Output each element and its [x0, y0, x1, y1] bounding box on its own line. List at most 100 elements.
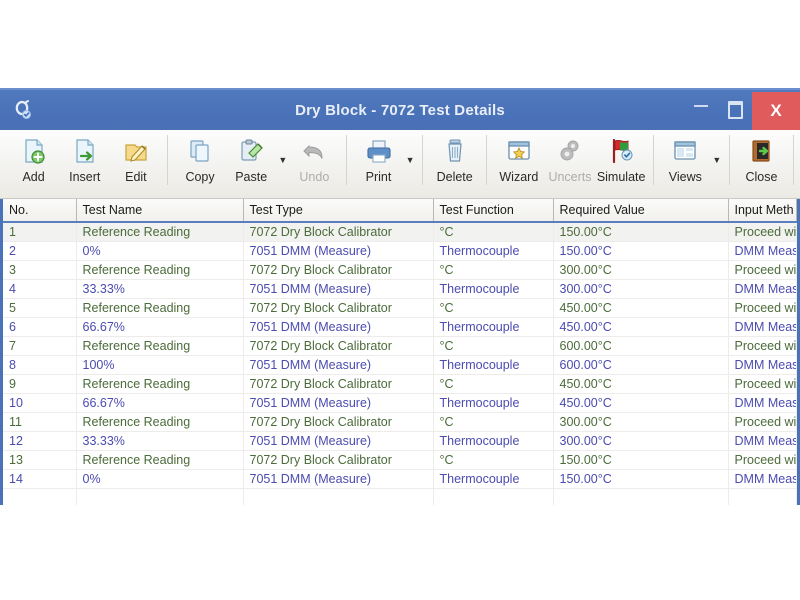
cell-no: 8: [3, 355, 77, 375]
cell-test-type: 7051 DMM (Measure): [243, 241, 434, 261]
views-dropdown-caret-icon[interactable]: ▼: [711, 130, 723, 165]
cell-empty: [728, 488, 797, 505]
toolbar-separator: [486, 135, 488, 185]
cell-required-value: 150.00°C: [553, 469, 729, 489]
toolbar-label-print: Print: [365, 170, 392, 184]
cell-input-method: Proceed wi: [728, 450, 797, 470]
cell-input-method: Proceed wi: [728, 412, 797, 432]
title-bar[interactable]: Dry Block - 7072 Test Details X: [0, 88, 800, 130]
cell-test-name: 66.67%: [76, 317, 244, 337]
toolbar-button-copy[interactable]: Copy: [174, 130, 225, 184]
cell-required-value: 300.00°C: [553, 279, 729, 299]
cell-test-function: Thermocouple: [433, 469, 554, 489]
table-row-empty[interactable]: [3, 488, 797, 505]
column-header-test-name[interactable]: Test Name: [76, 199, 244, 223]
table-row[interactable]: 4 33.33% 7051 DMM (Measure) Thermocouple 300…: [3, 279, 797, 299]
cell-test-type: 7051 DMM (Measure): [243, 469, 434, 489]
cell-required-value: 450.00°C: [553, 298, 729, 318]
table-row[interactable]: 8 100% 7051 DMM (Measure) Thermocouple 600.0…: [3, 355, 797, 375]
table-row[interactable]: 6 66.67% 7051 DMM (Measure) Thermocouple 450…: [3, 317, 797, 337]
cell-test-name: 0%: [76, 469, 244, 489]
toolbar-button-edit[interactable]: Edit: [110, 130, 161, 184]
table-row[interactable]: 10 66.67% 7051 DMM (Measure) Thermocouple 45…: [3, 393, 797, 413]
cell-test-function: °C: [433, 298, 554, 318]
toolbar-button-uncerts[interactable]: Uncerts: [544, 130, 595, 184]
paste-clipboard-icon: [236, 136, 266, 166]
table-row[interactable]: 3 Reference Reading 7072 Dry Block Calibra…: [3, 260, 797, 280]
toolbar-separator: [422, 135, 424, 185]
table-row[interactable]: 2 0% 7051 DMM (Measure) Thermocouple 150.00°…: [3, 241, 797, 261]
column-header-no[interactable]: No.: [3, 199, 77, 223]
toolbar-separator: [345, 135, 347, 185]
cell-input-method: Proceed wi: [728, 260, 797, 280]
toolbar-button-add[interactable]: Add: [8, 130, 59, 184]
toolbar-button-insert[interactable]: Insert: [59, 130, 110, 184]
cell-test-name: Reference Reading: [76, 298, 244, 318]
toolbar-button-views[interactable]: Views: [660, 130, 711, 184]
cell-no: 4: [3, 279, 77, 299]
toolbar-button-close[interactable]: Close: [736, 130, 787, 184]
cell-test-name: Reference Reading: [76, 260, 244, 280]
cell-input-method: Proceed wi: [728, 336, 797, 356]
table-header-row: No. Test Name Test Type Test Function Re…: [3, 199, 797, 223]
cell-test-function: °C: [433, 374, 554, 394]
toolbar-button-delete[interactable]: Delete: [429, 130, 480, 184]
table-row[interactable]: 12 33.33% 7051 DMM (Measure) Thermocouple 30…: [3, 431, 797, 451]
toolbar-label-close: Close: [745, 170, 778, 184]
cell-test-type: 7072 Dry Block Calibrator: [243, 412, 434, 432]
print-dropdown-caret-icon[interactable]: ▼: [404, 130, 416, 165]
simulate-flag-icon: [606, 136, 636, 166]
cell-required-value: 600.00°C: [553, 336, 729, 356]
app-icon[interactable]: [10, 97, 36, 123]
column-header-test-function[interactable]: Test Function: [433, 199, 554, 223]
column-header-input-method[interactable]: Input Meth: [728, 199, 797, 223]
table-row[interactable]: 11 Reference Reading 7072 Dry Block Calibr…: [3, 412, 797, 432]
close-window-button[interactable]: X: [752, 92, 800, 130]
cell-empty: [3, 488, 77, 505]
column-header-required-value[interactable]: Required Value: [553, 199, 729, 223]
cell-test-type: 7051 DMM (Measure): [243, 355, 434, 375]
toolbar-button-print[interactable]: Print: [353, 130, 404, 184]
cell-required-value: 300.00°C: [553, 260, 729, 280]
column-header-test-type[interactable]: Test Type: [243, 199, 434, 223]
cell-required-value: 450.00°C: [553, 374, 729, 394]
printer-icon: [364, 136, 394, 166]
table-row[interactable]: 14 0% 7051 DMM (Measure) Thermocouple 150.00…: [3, 469, 797, 489]
paste-dropdown-caret-icon[interactable]: ▼: [277, 130, 289, 165]
cell-empty: [76, 488, 244, 505]
toolbar-button-simulate[interactable]: Simulate: [596, 130, 647, 184]
toolbar-button-paste[interactable]: Paste: [226, 130, 277, 184]
cell-test-name: Reference Reading: [76, 450, 244, 470]
toolbar-label-paste: Paste: [235, 170, 268, 184]
table-row[interactable]: 13 Reference Reading 7072 Dry Block Calibr…: [3, 450, 797, 470]
table-row[interactable]: 7 Reference Reading 7072 Dry Block Calibra…: [3, 336, 797, 356]
table-row[interactable]: 1 Reference Reading 7072 Dry Block Calibra…: [3, 222, 797, 242]
toolbar-button-undo[interactable]: Undo: [289, 130, 340, 184]
cell-no: 5: [3, 298, 77, 318]
cell-test-name: Reference Reading: [76, 336, 244, 356]
cell-required-value: 450.00°C: [553, 393, 729, 413]
cell-test-type: 7051 DMM (Measure): [243, 279, 434, 299]
minimize-button[interactable]: [684, 90, 718, 130]
cell-test-name: 33.33%: [76, 279, 244, 299]
window-controls: X: [684, 90, 800, 130]
toolbar-label-wizard: Wizard: [499, 170, 539, 184]
table-row[interactable]: 9 Reference Reading 7072 Dry Block Calibra…: [3, 374, 797, 394]
cell-no: 13: [3, 450, 77, 470]
cell-test-function: Thermocouple: [433, 355, 554, 375]
cell-input-method: Proceed wi: [728, 374, 797, 394]
cell-no: 6: [3, 317, 77, 337]
cell-test-type: 7072 Dry Block Calibrator: [243, 336, 434, 356]
toolbar-button-wizard[interactable]: Wizard: [493, 130, 544, 184]
wizard-window-icon: [504, 136, 534, 166]
cell-test-name: Reference Reading: [76, 412, 244, 432]
edit-pencil-icon: [121, 136, 151, 166]
toolbar-label-simulate: Simulate: [596, 170, 646, 184]
views-window-icon: [670, 136, 700, 166]
maximize-button[interactable]: [718, 90, 752, 130]
table-row[interactable]: 5 Reference Reading 7072 Dry Block Calibra…: [3, 298, 797, 318]
test-details-grid: No. Test Name Test Type Test Function Re…: [0, 199, 800, 505]
cell-empty: [243, 488, 434, 505]
toolbar-label-insert: Insert: [69, 170, 101, 184]
maximize-icon: [727, 101, 743, 119]
